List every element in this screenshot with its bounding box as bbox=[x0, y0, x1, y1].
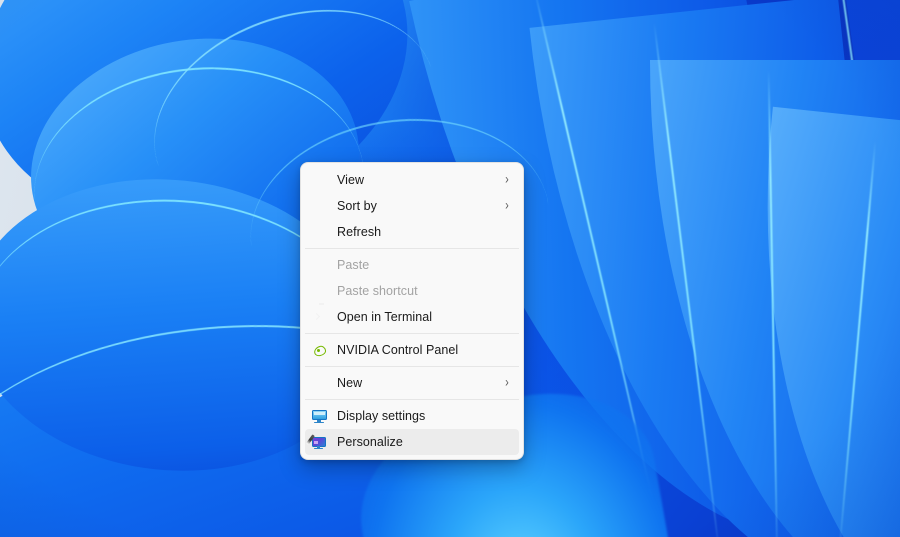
menu-item-refresh[interactable]: Refresh bbox=[305, 219, 519, 245]
terminal-icon bbox=[311, 309, 327, 325]
menu-item-label: View bbox=[337, 172, 365, 187]
menu-item-label: Paste shortcut bbox=[337, 283, 418, 298]
nvidia-icon bbox=[311, 342, 327, 358]
menu-separator bbox=[305, 248, 519, 249]
menu-item-new[interactable]: New › bbox=[305, 370, 519, 396]
menu-item-label: Paste bbox=[337, 257, 370, 272]
menu-item-open-in-terminal[interactable]: Open in Terminal bbox=[305, 304, 519, 330]
personalize-icon bbox=[305, 433, 327, 450]
chevron-right-icon: › bbox=[505, 171, 509, 187]
menu-item-icon-placeholder bbox=[311, 283, 327, 299]
menu-item-personalize[interactable]: Personalize bbox=[305, 429, 519, 455]
menu-separator bbox=[305, 366, 519, 367]
menu-item-label: New bbox=[337, 375, 363, 390]
menu-separator bbox=[305, 333, 519, 334]
menu-item-display-settings[interactable]: Display settings bbox=[305, 403, 519, 429]
menu-item-label: Refresh bbox=[337, 224, 382, 239]
menu-item-paste-shortcut: Paste shortcut bbox=[305, 278, 519, 304]
menu-item-view[interactable]: View › bbox=[305, 167, 519, 193]
menu-item-label: Sort by bbox=[337, 198, 377, 213]
display-icon bbox=[311, 408, 327, 424]
menu-item-icon-placeholder bbox=[311, 172, 327, 188]
menu-item-label: NVIDIA Control Panel bbox=[337, 342, 459, 357]
desktop-screen[interactable]: View › Sort by › Refresh Paste Paste sho… bbox=[0, 0, 900, 537]
menu-item-nvidia-control-panel[interactable]: NVIDIA Control Panel bbox=[305, 337, 519, 363]
menu-item-paste: Paste bbox=[305, 252, 519, 278]
menu-item-icon-placeholder bbox=[311, 375, 327, 391]
menu-item-sort-by[interactable]: Sort by › bbox=[305, 193, 519, 219]
menu-item-label: Personalize bbox=[337, 434, 403, 449]
chevron-right-icon: › bbox=[505, 197, 509, 213]
menu-item-icon-placeholder bbox=[311, 257, 327, 273]
menu-item-label: Open in Terminal bbox=[337, 309, 433, 324]
chevron-right-icon: › bbox=[505, 374, 509, 390]
menu-item-label: Display settings bbox=[337, 408, 426, 423]
desktop-context-menu[interactable]: View › Sort by › Refresh Paste Paste sho… bbox=[300, 162, 524, 460]
menu-item-icon-placeholder bbox=[311, 224, 327, 240]
menu-separator bbox=[305, 399, 519, 400]
menu-item-icon-placeholder bbox=[311, 198, 327, 214]
